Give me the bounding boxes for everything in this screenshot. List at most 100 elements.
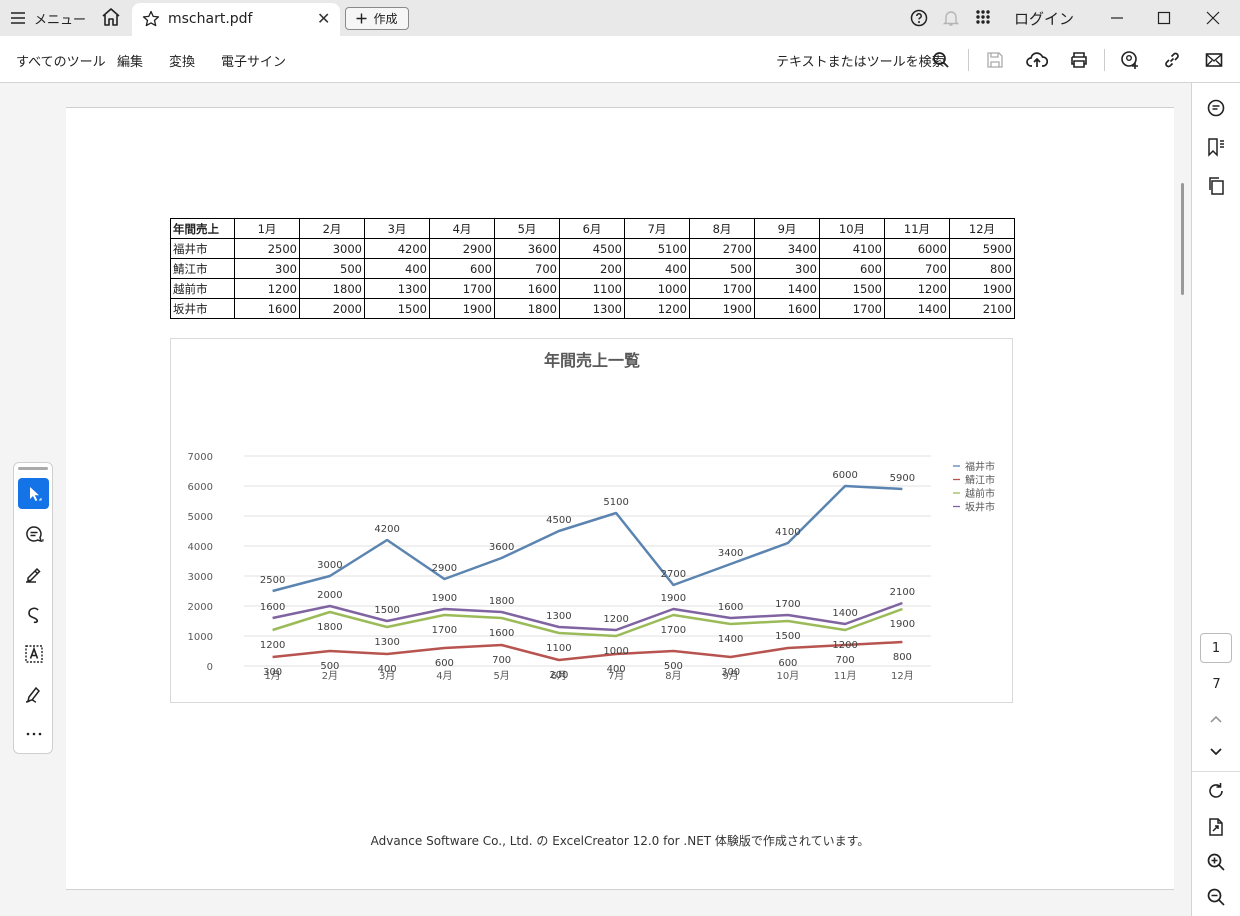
edit-menu[interactable]: 編集	[117, 51, 143, 70]
freehand-draw-icon	[27, 607, 39, 623]
minimize-button[interactable]	[1105, 6, 1129, 30]
data-label: 500	[664, 661, 683, 672]
data-label: 2100	[890, 587, 915, 598]
data-label: 2700	[661, 569, 686, 580]
rotate-icon	[1209, 783, 1223, 798]
current-page-input[interactable]: 1	[1200, 633, 1232, 663]
share-button[interactable]	[1118, 48, 1142, 72]
pages-button[interactable]	[1204, 174, 1228, 198]
table-cell: 2000	[299, 298, 365, 319]
data-label: 800	[893, 652, 912, 663]
select-tool-button[interactable]	[18, 478, 49, 509]
login-button[interactable]: ログイン	[1014, 8, 1074, 29]
vertical-scrollbar[interactable]	[1181, 183, 1184, 295]
email-button[interactable]	[1202, 48, 1226, 72]
title-bar: メニュー mschart.pdf ✕ 作成 ログイン	[0, 0, 1240, 36]
apps-button[interactable]	[975, 9, 991, 29]
star-icon[interactable]	[142, 10, 160, 28]
extract-page-button[interactable]	[1204, 815, 1228, 839]
data-label: 700	[492, 655, 511, 666]
zoom-out-button[interactable]	[1204, 885, 1228, 909]
table-cell: 1300	[559, 298, 625, 319]
notification-button[interactable]	[942, 9, 960, 31]
legend-label: 福井市	[965, 460, 995, 473]
data-label: 3000	[317, 560, 342, 571]
document-tab[interactable]: mschart.pdf ✕	[132, 3, 340, 36]
table-cell: 400	[364, 258, 430, 279]
data-label: 2000	[317, 590, 342, 601]
tool-search-label[interactable]: テキストまたはツールを検索	[776, 51, 945, 70]
maximize-button[interactable]	[1152, 6, 1176, 30]
ai-assistant-button[interactable]	[1204, 96, 1228, 120]
table-corner-label: 年間売上	[170, 218, 235, 239]
sign-tool-button[interactable]	[18, 678, 49, 709]
rotate-button[interactable]	[1204, 779, 1228, 803]
table-cell: 6000	[884, 238, 950, 259]
draw-tool-button[interactable]	[18, 598, 49, 629]
table-cell: 1200	[884, 278, 950, 299]
esign-menu[interactable]: 電子サイン	[221, 51, 286, 70]
print-button[interactable]	[1067, 48, 1091, 72]
table-cell: 3600	[494, 238, 560, 259]
highlight-tool-button[interactable]	[18, 558, 49, 589]
text-tool-button[interactable]	[18, 638, 49, 669]
convert-menu[interactable]: 変換	[169, 51, 195, 70]
data-label: 400	[607, 664, 626, 675]
search-button[interactable]	[929, 48, 953, 72]
table-cell: 2500	[234, 238, 300, 259]
data-label: 2500	[260, 575, 285, 586]
right-side-rail: 1 7	[1191, 83, 1240, 916]
comment-tool-button[interactable]	[18, 518, 49, 549]
data-label: 4100	[775, 527, 800, 538]
help-button[interactable]	[910, 9, 928, 31]
bookmarks-button[interactable]	[1204, 135, 1228, 159]
main-toolbar: すべてのツール 編集 変換 電子サイン テキストまたはツールを検索	[0, 36, 1240, 83]
table-cell: 4200	[364, 238, 430, 259]
minimize-icon	[1111, 17, 1123, 19]
close-tab-button[interactable]: ✕	[317, 9, 330, 28]
more-icon	[26, 732, 41, 735]
add-person-icon	[1121, 51, 1138, 69]
more-tools-button[interactable]	[18, 718, 49, 749]
table-cell: 1400	[884, 298, 950, 319]
table-cell: 1200	[624, 298, 690, 319]
previous-page-button[interactable]	[1204, 707, 1228, 731]
maximize-icon	[1157, 11, 1171, 25]
close-window-button[interactable]	[1201, 6, 1225, 30]
table-cell: 4500	[559, 238, 625, 259]
table-month-header: 10月	[819, 218, 885, 239]
data-label: 1500	[775, 631, 800, 642]
close-icon	[1206, 11, 1220, 25]
menu-button[interactable]: メニュー	[10, 6, 86, 30]
save-button[interactable]	[983, 48, 1007, 72]
all-tools-menu[interactable]: すべてのツール	[16, 51, 106, 70]
ai-assistant-icon	[1207, 99, 1225, 117]
data-label: 1900	[661, 593, 686, 604]
next-page-button[interactable]	[1204, 740, 1228, 764]
upload-button[interactable]	[1025, 48, 1049, 72]
text-box-icon	[24, 644, 43, 663]
bookmark-icon	[1208, 138, 1224, 157]
copy-link-button[interactable]	[1160, 48, 1184, 72]
x-tick-label: 5月	[493, 670, 509, 682]
line-chart-svg: 年間売上一覧010002000300040005000600070001月 2月 3…	[188, 351, 995, 682]
legend-label: 越前市	[965, 487, 995, 500]
cloud-upload-icon	[1026, 52, 1048, 67]
toolbar-divider	[1104, 49, 1105, 71]
table-cell: 1900	[949, 278, 1015, 299]
table-cell: 1500	[364, 298, 430, 319]
zoom-in-button[interactable]	[1204, 850, 1228, 874]
pdf-page: 年間売上 1月 2月 3月 4月 5月 6月 7月 8月 9月 10月 11月 12月 福井市 2500…	[66, 107, 1174, 890]
data-label: 700	[836, 655, 855, 666]
cursor-icon	[29, 486, 41, 501]
create-button[interactable]: 作成	[345, 7, 409, 30]
home-button[interactable]	[100, 7, 124, 29]
drag-handle[interactable]	[18, 467, 48, 470]
data-label: 1400	[832, 608, 857, 619]
y-tick-label: 0	[207, 662, 213, 673]
table-month-header: 9月	[754, 218, 820, 239]
table-cell: 1000	[624, 278, 690, 299]
sales-table: 年間売上 1月 2月 3月 4月 5月 6月 7月 8月 9月 10月 11月 12月 福井市 2500…	[170, 218, 1015, 319]
search-icon	[933, 52, 949, 68]
data-label: 4200	[374, 524, 399, 535]
